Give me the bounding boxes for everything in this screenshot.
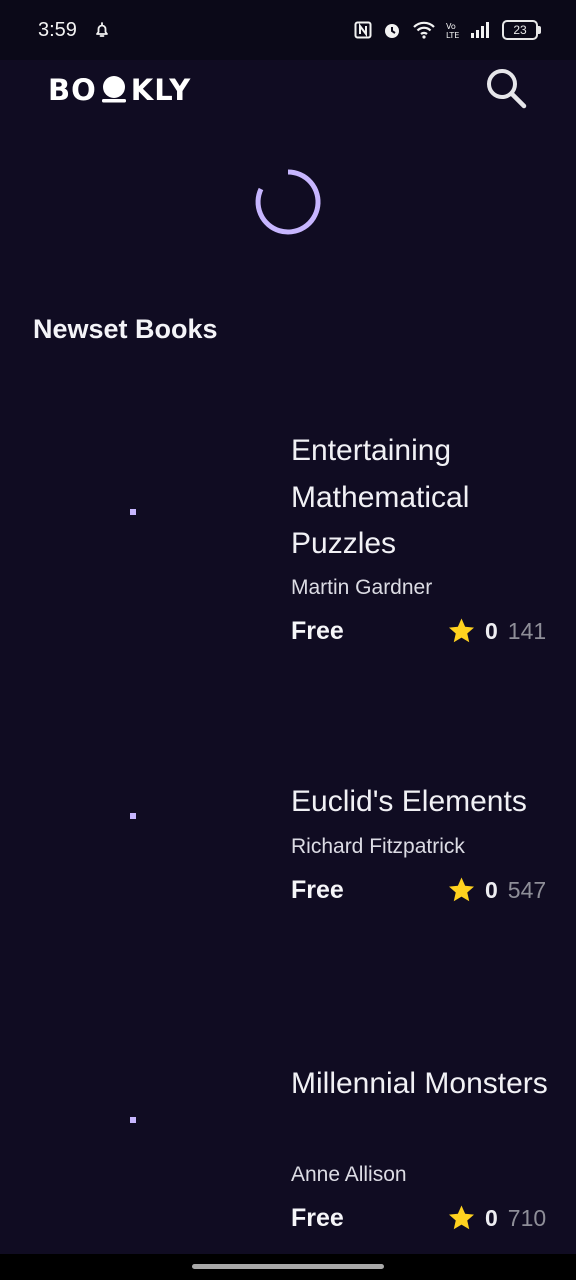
book-cover-placeholder: [130, 1117, 136, 1123]
status-time: 3:59: [38, 18, 77, 41]
home-gesture-handle[interactable]: [192, 1264, 384, 1269]
logo-text-right: KLY: [130, 73, 192, 107]
search-button[interactable]: [484, 66, 528, 110]
book-cover-placeholder: [130, 813, 136, 819]
svg-text:LTE: LTE: [446, 31, 459, 39]
book-price: Free: [291, 876, 344, 904]
status-left: 3:59: [38, 19, 111, 42]
battery-icon: 23: [502, 20, 541, 40]
section-title: Newset Books: [33, 314, 218, 344]
signal-icon: [470, 21, 492, 39]
status-bar: 3:59 Vo LTE 23: [0, 0, 576, 60]
rating-count: 547: [507, 876, 547, 903]
rating-count: 710: [507, 1204, 547, 1231]
logo-text-left: BO: [48, 73, 97, 107]
wifi-icon: [412, 21, 436, 39]
search-icon: [487, 69, 527, 109]
book-cover-placeholder: [130, 509, 136, 515]
rating-score: 0: [485, 617, 498, 644]
notification-bell-icon: [93, 21, 111, 39]
rating-score: 0: [485, 876, 498, 903]
rating-count: 141: [507, 617, 547, 644]
nfc-icon: [354, 21, 372, 39]
volte-icon: Vo LTE: [446, 21, 460, 39]
book-title: Euclid's Elements: [291, 785, 527, 818]
loading-spinner-icon: [254, 168, 322, 236]
status-right: Vo LTE 23: [354, 20, 541, 40]
book-item[interactable]: Entertaining Mathematical Puzzles Martin…: [0, 426, 576, 656]
alarm-icon: [382, 20, 402, 40]
book-title: Entertaining Mathematical Puzzles: [291, 434, 470, 560]
book-item[interactable]: Euclid's Elements Richard Fitzpatrick Fr…: [0, 777, 576, 917]
book-title: Millennial Monsters: [291, 1067, 548, 1100]
app-header: BO KLY: [0, 60, 576, 120]
book-rating: 0 141: [446, 616, 546, 646]
star-icon: [449, 877, 474, 902]
book-rating: 0 710: [446, 1203, 546, 1233]
book-author: Martin Gardner: [291, 576, 433, 599]
app-logo: BO KLY: [48, 68, 191, 112]
rating-score: 0: [485, 1204, 498, 1231]
book-author: Richard Fitzpatrick: [291, 835, 465, 858]
book-rating: 0 547: [446, 875, 546, 905]
star-icon: [449, 1205, 474, 1230]
book-item[interactable]: Millennial Monsters Anne Allison Free 0 …: [0, 1059, 576, 1249]
svg-text:Vo: Vo: [446, 22, 456, 31]
book-author: Anne Allison: [291, 1163, 407, 1186]
star-icon: [449, 618, 474, 643]
logo-book-o-icon: [99, 75, 129, 105]
book-price: Free: [291, 617, 344, 645]
book-price: Free: [291, 1204, 344, 1232]
